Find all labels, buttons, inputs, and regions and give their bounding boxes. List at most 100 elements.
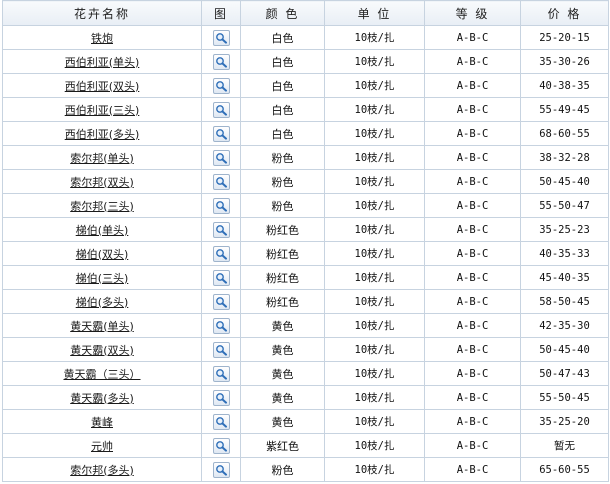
flower-name-cell: 西伯利亚(三头) xyxy=(2,97,202,122)
flower-name-cell: 索尔邦(多头) xyxy=(2,457,202,482)
flower-name-cell: 索尔邦(三头) xyxy=(2,193,202,218)
grade-cell: A-B-C xyxy=(424,433,521,458)
grade-cell: A-B-C xyxy=(424,289,521,314)
flower-name-link[interactable]: 黄天霸(单头) xyxy=(70,320,134,333)
flower-name-link[interactable]: 梯伯(双头) xyxy=(76,248,129,261)
magnifier-icon[interactable] xyxy=(212,197,230,214)
color-cell: 黄色 xyxy=(240,409,325,434)
magnifier-icon[interactable] xyxy=(212,389,230,406)
price-cell: 35-25-23 xyxy=(520,217,609,242)
unit-cell: 10枝/扎 xyxy=(324,337,425,362)
magnifier-icon[interactable] xyxy=(212,221,230,238)
color-cell: 白色 xyxy=(240,121,325,146)
unit-cell: 10枝/扎 xyxy=(324,265,425,290)
table-row: 索尔邦(三头) 粉色 10枝/扎 A-B-C 55-50-47 xyxy=(2,193,609,218)
magnifier-icon[interactable] xyxy=(212,293,230,310)
color-cell: 粉色 xyxy=(240,169,325,194)
flower-name-link[interactable]: 梯伯(多头) xyxy=(76,296,129,309)
magnifier-icon[interactable] xyxy=(212,245,230,262)
table-row: 索尔邦(多头) 粉色 10枝/扎 A-B-C 65-60-55 xyxy=(2,457,609,482)
flower-name-link[interactable]: 元帅 xyxy=(91,440,113,453)
magnifier-icon[interactable] xyxy=(212,437,230,454)
magnifier-icon[interactable] xyxy=(212,341,230,358)
flower-name-link[interactable]: 铁炮 xyxy=(91,32,113,45)
flower-name-cell: 索尔邦(双头) xyxy=(2,169,202,194)
magnifier-icon[interactable] xyxy=(212,101,230,118)
unit-cell: 10枝/扎 xyxy=(324,49,425,74)
magnifier-icon[interactable] xyxy=(212,77,230,94)
magnifier-icon[interactable] xyxy=(212,53,230,70)
magnifier-icon[interactable] xyxy=(212,461,230,478)
flower-name-link[interactable]: 西伯利亚(多头) xyxy=(65,128,140,141)
grade-cell: A-B-C xyxy=(424,217,521,242)
grade-cell: A-B-C xyxy=(424,145,521,170)
magnifier-icon[interactable] xyxy=(212,269,230,286)
flower-name-cell: 梯伯(双头) xyxy=(2,241,202,266)
grade-cell: A-B-C xyxy=(424,313,521,338)
header-color: 颜 色 xyxy=(240,0,325,26)
image-cell xyxy=(201,73,241,98)
unit-cell: 10枝/扎 xyxy=(324,433,425,458)
flower-name-link[interactable]: 索尔邦(三头) xyxy=(70,200,134,213)
table-row: 西伯利亚(多头) 白色 10枝/扎 A-B-C 68-60-55 xyxy=(2,121,609,146)
magnifier-icon[interactable] xyxy=(212,29,230,46)
unit-cell: 10枝/扎 xyxy=(324,289,425,314)
price-cell: 40-35-33 xyxy=(520,241,609,266)
price-cell: 55-50-45 xyxy=(520,385,609,410)
table-row: 西伯利亚(双头) 白色 10枝/扎 A-B-C 40-38-35 xyxy=(2,73,609,98)
magnifier-icon[interactable] xyxy=(212,173,230,190)
flower-name-link[interactable]: 索尔邦(单头) xyxy=(70,152,134,165)
table-row: 梯伯(三头) 粉红色 10枝/扎 A-B-C 45-40-35 xyxy=(2,265,609,290)
image-cell xyxy=(201,289,241,314)
flower-name-link[interactable]: 黄天霸(多头) xyxy=(70,392,134,405)
flower-name-cell: 西伯利亚(双头) xyxy=(2,73,202,98)
flower-name-link[interactable]: 索尔邦(多头) xyxy=(70,464,134,477)
table-row: 黄天霸(单头) 黄色 10枝/扎 A-B-C 42-35-30 xyxy=(2,313,609,338)
price-cell: 68-60-55 xyxy=(520,121,609,146)
magnifier-icon[interactable] xyxy=(212,149,230,166)
flower-name-cell: 黄峰 xyxy=(2,409,202,434)
unit-cell: 10枝/扎 xyxy=(324,73,425,98)
flower-name-link[interactable]: 西伯利亚(双头) xyxy=(65,80,140,93)
color-cell: 粉红色 xyxy=(240,265,325,290)
header-grade: 等 级 xyxy=(424,0,521,26)
price-cell: 55-49-45 xyxy=(520,97,609,122)
magnifier-icon[interactable] xyxy=(212,125,230,142)
magnifier-icon[interactable] xyxy=(212,365,230,382)
flower-name-link[interactable]: 西伯利亚(单头) xyxy=(65,56,140,69)
magnifier-icon[interactable] xyxy=(212,413,230,430)
table-row: 黄天霸（三头） 黄色 10枝/扎 A-B-C 50-47-43 xyxy=(2,361,609,386)
image-cell xyxy=(201,457,241,482)
flower-name-cell: 梯伯(多头) xyxy=(2,289,202,314)
image-cell xyxy=(201,25,241,50)
grade-cell: A-B-C xyxy=(424,49,521,74)
unit-cell: 10枝/扎 xyxy=(324,145,425,170)
flower-name-link[interactable]: 西伯利亚(三头) xyxy=(65,104,140,117)
flower-name-link[interactable]: 索尔邦(双头) xyxy=(70,176,134,189)
flower-name-link[interactable]: 黄峰 xyxy=(91,416,113,429)
price-cell: 35-30-26 xyxy=(520,49,609,74)
flower-price-table: 花卉名称 图 颜 色 单 位 等 级 价 格 铁炮 白色 10枝/扎 A-B-C 25-… xyxy=(2,0,609,482)
magnifier-icon[interactable] xyxy=(212,317,230,334)
flower-name-link[interactable]: 黄天霸（三头） xyxy=(64,368,141,381)
table-row: 元帅 紫红色 10枝/扎 A-B-C 暂无 xyxy=(2,433,609,458)
header-unit: 单 位 xyxy=(324,0,425,26)
grade-cell: A-B-C xyxy=(424,385,521,410)
color-cell: 白色 xyxy=(240,97,325,122)
price-cell: 50-45-40 xyxy=(520,337,609,362)
flower-name-cell: 铁炮 xyxy=(2,25,202,50)
header-price: 价 格 xyxy=(520,0,609,26)
color-cell: 黄色 xyxy=(240,313,325,338)
flower-name-cell: 黄天霸（三头） xyxy=(2,361,202,386)
flower-name-link[interactable]: 梯伯(单头) xyxy=(76,224,129,237)
color-cell: 黄色 xyxy=(240,337,325,362)
flower-name-link[interactable]: 梯伯(三头) xyxy=(76,272,129,285)
flower-name-link[interactable]: 黄天霸(双头) xyxy=(70,344,134,357)
unit-cell: 10枝/扎 xyxy=(324,169,425,194)
flower-name-cell: 梯伯(三头) xyxy=(2,265,202,290)
unit-cell: 10枝/扎 xyxy=(324,385,425,410)
price-cell: 25-20-15 xyxy=(520,25,609,50)
price-cell: 40-38-35 xyxy=(520,73,609,98)
table-header-row: 花卉名称 图 颜 色 单 位 等 级 价 格 xyxy=(2,0,609,26)
price-cell: 42-35-30 xyxy=(520,313,609,338)
